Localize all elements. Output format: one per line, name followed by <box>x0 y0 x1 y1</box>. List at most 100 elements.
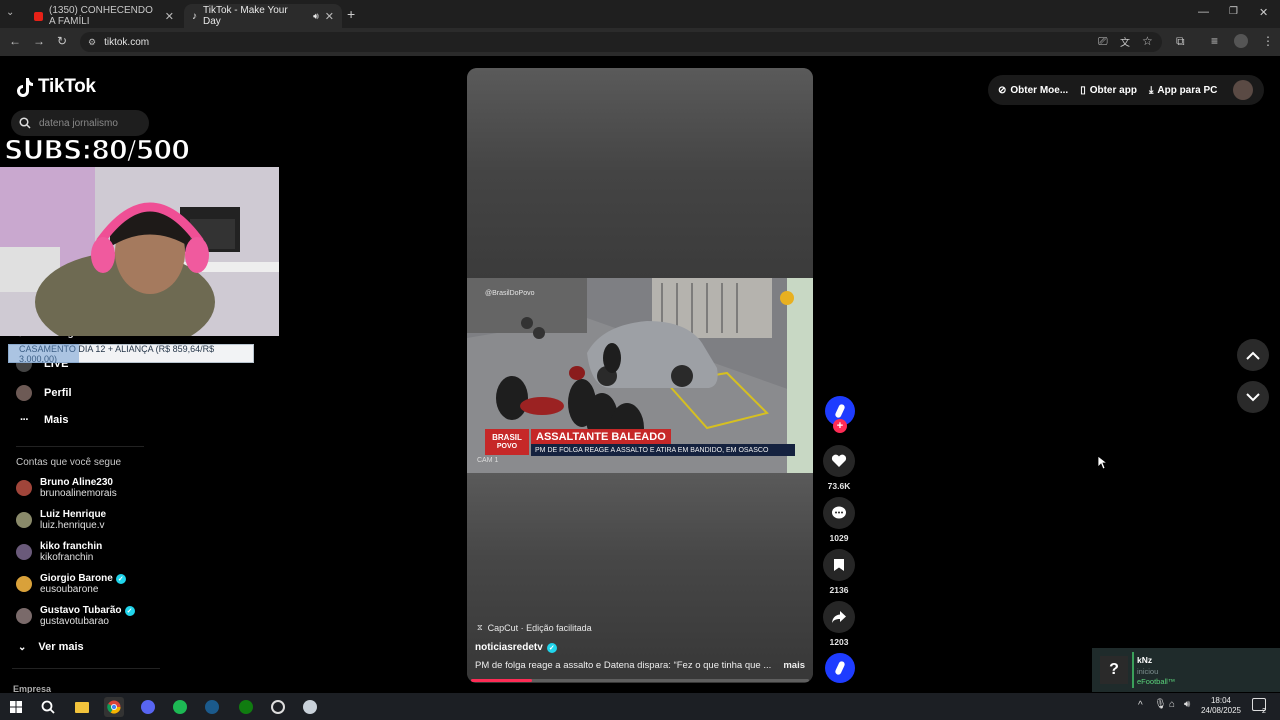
top-right-actions: ⊘ Obter Moe... ▯ Obter app ⤓ App para PC <box>988 75 1264 105</box>
video-author[interactable]: noticiasredetv ✓ <box>475 642 557 653</box>
window-close-icon[interactable]: ✕ <box>1259 6 1268 19</box>
get-coins-button[interactable]: ⊘ Obter Moe... <box>998 85 1068 96</box>
close-icon[interactable]: ✕ <box>165 10 174 23</box>
followed-account[interactable]: kiko franchin kikofranchin <box>16 541 102 563</box>
extensions-icon[interactable]: ⧉ <box>1176 34 1185 49</box>
tab-youtube[interactable]: (1350) CONHECENDO A FAMÍLI ✕ <box>26 4 182 28</box>
search-input[interactable]: datena jornalismo <box>11 110 149 136</box>
news-logo: BRASIL POVO <box>485 429 529 455</box>
translate-icon[interactable]: 文 <box>1120 34 1130 49</box>
discord-icon[interactable] <box>138 697 158 717</box>
share-button[interactable] <box>823 601 855 633</box>
notif-game: eFootball™ <box>1137 677 1176 686</box>
news-headline: ASSALTANTE BALEADO <box>531 429 671 444</box>
app-icon[interactable] <box>300 697 320 717</box>
heart-icon <box>831 454 847 467</box>
tab-list-icon[interactable]: ⌄ <box>6 7 14 18</box>
divider <box>16 446 144 447</box>
video-player[interactable]: @BrasilDoPovo BRASIL POVO ASSALTANTE BAL… <box>467 68 813 683</box>
caption-more-button[interactable]: mais <box>783 660 805 671</box>
spotify-icon[interactable] <box>170 697 190 717</box>
new-tab-icon[interactable]: + <box>347 6 355 22</box>
install-icon[interactable]: ⎚ <box>1098 34 1108 49</box>
microphone-icon[interactable]: 🎙︎ <box>1154 699 1167 710</box>
game-notification[interactable]: ? kNz iniciou eFootball™ <box>1092 648 1280 692</box>
youtube-icon <box>34 11 43 21</box>
tiktok-icon: ♪ <box>192 10 197 22</box>
bookmark-star-icon[interactable]: ☆ <box>1142 34 1153 48</box>
previous-video-button[interactable] <box>1237 339 1269 371</box>
follow-plus-icon[interactable]: + <box>833 419 847 433</box>
file-explorer-icon[interactable] <box>72 697 92 717</box>
capcut-badge[interactable]: ⧖ CapCut · Edição facilitada <box>477 623 592 633</box>
notif-accent-bar <box>1132 652 1134 688</box>
media-icon[interactable]: ≡ <box>1211 34 1218 48</box>
obs-icon[interactable] <box>268 697 288 717</box>
question-icon: ? <box>1100 656 1128 684</box>
site-info-icon[interactable]: ⚙ <box>88 37 96 48</box>
minimize-icon[interactable]: — <box>1198 6 1209 18</box>
back-icon[interactable]: ← <box>9 34 21 48</box>
get-app-button[interactable]: ▯ Obter app <box>1080 85 1137 96</box>
tab-label: TikTok - Make Your Day <box>203 5 288 27</box>
followed-account[interactable]: Gustavo Tubarão ✓ gustavotubarao <box>16 605 135 627</box>
comment-button[interactable] <box>823 497 855 529</box>
chrome-icon[interactable] <box>104 697 124 717</box>
taskbar <box>0 693 1280 720</box>
cam-label: CAM 1 <box>477 457 499 464</box>
user-avatar[interactable] <box>1233 80 1254 100</box>
tiktok-logo[interactable]: TikTok <box>16 76 96 98</box>
chevron-up-icon <box>1246 351 1260 360</box>
progress-fill <box>471 679 532 682</box>
reload-icon[interactable]: ↻ <box>57 34 67 48</box>
volume-icon[interactable]: 🔊︎ <box>1184 699 1190 710</box>
coin-icon: ⊘ <box>998 84 1007 96</box>
sound-disc[interactable] <box>825 653 855 683</box>
close-icon[interactable]: ✕ <box>325 10 334 23</box>
restore-icon[interactable]: ❐ <box>1229 6 1238 17</box>
divider <box>12 668 160 669</box>
network-icon[interactable]: ⌂ <box>1169 699 1175 710</box>
chevron-down-icon <box>1246 392 1260 401</box>
next-video-button[interactable] <box>1237 381 1269 413</box>
followed-account[interactable]: Bruno Aline230 brunoalinemorais <box>16 477 117 499</box>
mouse-cursor-icon <box>1097 455 1107 470</box>
avatar <box>16 512 32 528</box>
forward-icon[interactable]: → <box>33 34 45 48</box>
search-icon[interactable] <box>38 697 58 717</box>
pc-app-button[interactable]: ⤓ App para PC <box>1149 85 1217 96</box>
bookmark-icon <box>834 559 844 571</box>
followed-account[interactable]: Giorgio Barone ✓ eusoubarone <box>16 573 126 595</box>
see-more-label: Ver mais <box>38 641 84 653</box>
goal-progress-fill <box>8 344 79 363</box>
tray-chevron-icon[interactable]: ^ <box>1138 700 1143 711</box>
followed-account[interactable]: Luiz Henrique luiz.henrique.v <box>16 509 106 531</box>
address-bar[interactable]: ⚙ tiktok.com <box>80 32 1162 52</box>
save-button[interactable] <box>823 549 855 581</box>
share-icon <box>832 611 846 623</box>
verified-icon: ✓ <box>124 605 135 616</box>
start-icon[interactable] <box>6 697 26 717</box>
sidebar-item-profile[interactable]: Perfil <box>16 385 72 401</box>
clock[interactable]: 18:04 24/08/2025 <box>1196 696 1246 716</box>
avatar <box>16 608 32 624</box>
url-text: tiktok.com <box>104 36 150 48</box>
steam-icon[interactable] <box>202 697 222 717</box>
sidebar-item-label: Mais <box>44 414 69 426</box>
xbox-icon[interactable] <box>236 697 256 717</box>
capcut-icon: ⧖ <box>477 623 483 632</box>
like-button[interactable] <box>823 445 855 477</box>
sidebar-item-more[interactable]: ··· Mais <box>16 414 68 426</box>
avatar <box>16 576 32 592</box>
more-icon: ··· <box>20 414 29 426</box>
menu-icon[interactable]: ⋮ <box>1262 34 1274 48</box>
see-more-button[interactable]: ⌄ Ver mais <box>18 641 84 653</box>
video-blur-top <box>467 68 813 278</box>
search-placeholder: datena jornalismo <box>39 117 118 129</box>
like-count: 73.6K <box>827 481 851 491</box>
notification-count: 2 <box>1262 708 1266 715</box>
profile-avatar[interactable] <box>1234 34 1248 48</box>
tab-tiktok[interactable]: ♪ TikTok - Make Your Day 🔊︎ ✕ <box>184 4 342 28</box>
comment-icon <box>832 506 846 518</box>
speaker-icon[interactable]: 🔊︎ <box>313 11 319 22</box>
